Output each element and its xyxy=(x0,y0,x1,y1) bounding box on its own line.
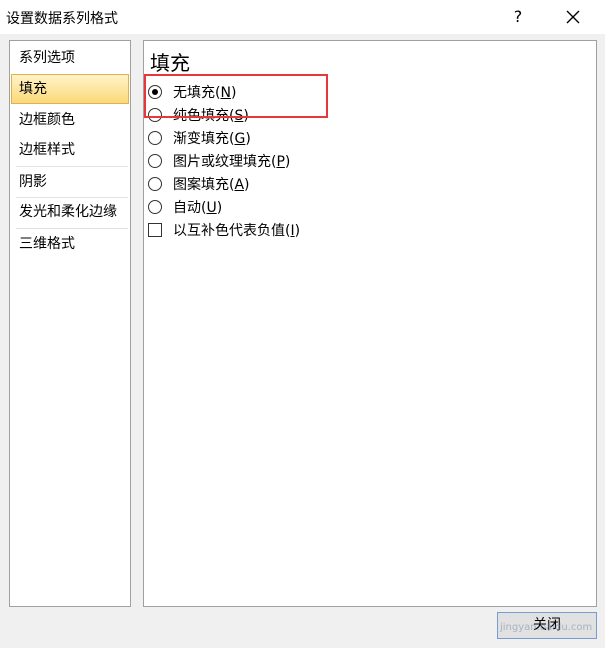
option-label: 渐变填充 xyxy=(173,131,229,147)
sidebar-item-3d-format[interactable]: 三维格式 xyxy=(11,229,129,259)
radio-button[interactable] xyxy=(148,85,162,99)
radio-button[interactable] xyxy=(148,154,162,168)
fill-options-panel: 填充 无填充(N) 纯色填充(S) 渐变填充(G) 图片或纹理填充(P) 图案填… xyxy=(143,40,597,607)
radio-button[interactable] xyxy=(148,177,162,191)
sidebar-item-series-options[interactable]: 系列选项 xyxy=(11,43,129,73)
radio-selected-dot xyxy=(152,89,158,95)
dialog-title: 设置数据系列格式 xyxy=(6,11,118,27)
radio-button[interactable] xyxy=(148,131,162,145)
hotkey-letter: N xyxy=(220,85,231,101)
category-list: 系列选项 填充 边框颜色 边框样式 阴影 发光和柔化边缘 三维格式 xyxy=(9,40,131,607)
sidebar-item-border-style[interactable]: 边框样式 xyxy=(11,135,129,165)
title-bar: 设置数据系列格式 ? xyxy=(0,0,605,34)
hotkey-letter: U xyxy=(206,200,217,216)
option-label: 自动 xyxy=(173,200,201,216)
sidebar-item-border-color[interactable]: 边框颜色 xyxy=(11,105,129,135)
option-label: 纯色填充 xyxy=(173,108,229,124)
close-button[interactable]: 关闭 xyxy=(497,612,597,639)
radio-button[interactable] xyxy=(148,200,162,214)
hotkey-letter: I xyxy=(290,223,295,239)
option-label: 无填充 xyxy=(173,85,215,101)
hotkey-letter: S xyxy=(234,108,244,124)
hotkey-letter: G xyxy=(234,131,246,147)
close-icon[interactable] xyxy=(556,3,590,31)
section-title: 填充 xyxy=(150,51,190,75)
help-button[interactable]: ? xyxy=(504,0,532,34)
radio-button[interactable] xyxy=(148,108,162,122)
sidebar-item-shadow[interactable]: 阴影 xyxy=(11,167,129,197)
option-label: 图案填充 xyxy=(173,177,229,193)
option-label: 图片或纹理填充 xyxy=(173,154,271,170)
checkbox[interactable] xyxy=(148,223,162,237)
format-data-series-dialog: 设置数据系列格式 ? 系列选项 填充 边框颜色 边框样式 阴影 发光和柔化边缘 … xyxy=(0,0,605,648)
hotkey-letter: P xyxy=(276,154,285,170)
option-label: 以互补色代表负值 xyxy=(173,223,285,239)
sidebar-item-glow-soft-edges[interactable]: 发光和柔化边缘 xyxy=(11,197,129,227)
hotkey-letter: A xyxy=(234,177,245,193)
sidebar-item-fill[interactable]: 填充 xyxy=(11,74,129,104)
